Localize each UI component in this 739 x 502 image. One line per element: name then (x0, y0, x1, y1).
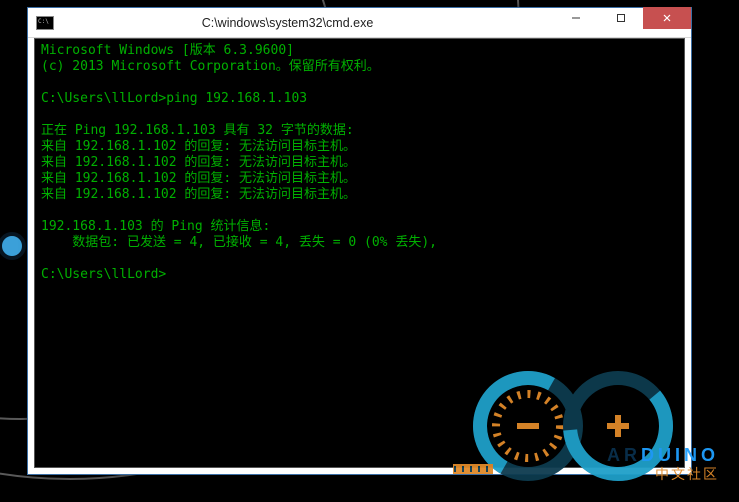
cmd-icon (36, 16, 54, 30)
minimize-button[interactable] (553, 7, 598, 29)
close-button[interactable] (643, 7, 691, 29)
terminal-output[interactable]: Microsoft Windows [版本 6.3.9600] (c) 2013… (34, 38, 685, 468)
cmd-window: C:\windows\system32\cmd.exe Microsoft Wi… (27, 7, 692, 475)
maximize-button[interactable] (598, 7, 643, 29)
window-title: C:\windows\system32\cmd.exe (62, 16, 553, 30)
window-controls (553, 8, 691, 37)
titlebar[interactable]: C:\windows\system32\cmd.exe (28, 8, 691, 38)
